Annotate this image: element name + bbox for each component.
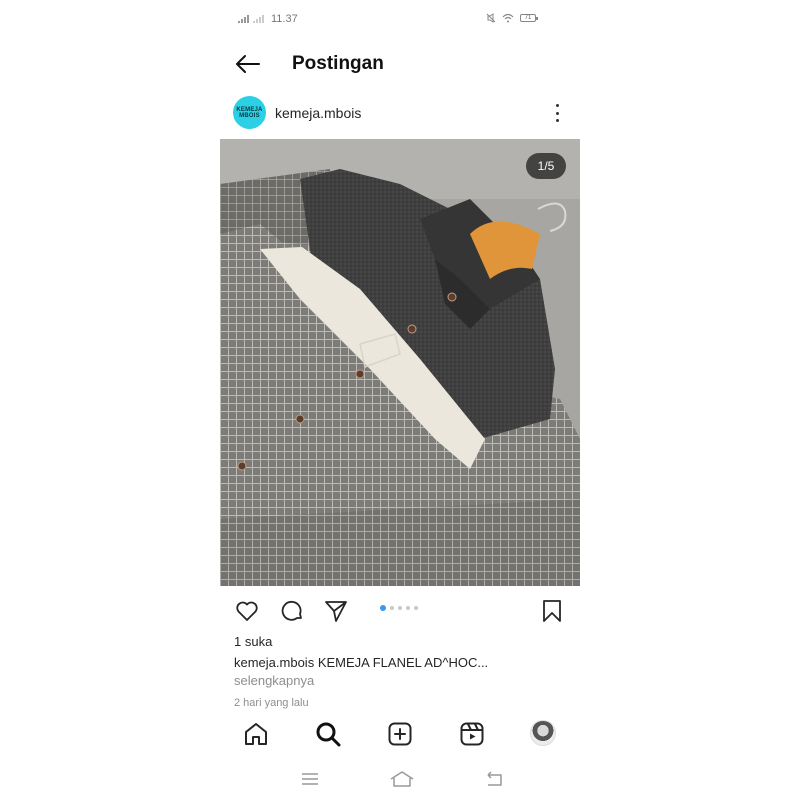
carousel-dot — [390, 606, 394, 610]
carousel-indicator — [380, 605, 418, 611]
phone-screen: 11.37 71 Postingan KEMEJA MBOIS kemeja.m… — [220, 0, 580, 800]
more-dot — [555, 104, 559, 107]
page-title: Postingan — [292, 53, 384, 74]
system-home-button[interactable] — [389, 769, 414, 789]
post-header: KEMEJA MBOIS kemeja.mbois — [220, 94, 580, 132]
system-back-button[interactable] — [483, 769, 505, 789]
nav-profile-avatar[interactable] — [530, 720, 556, 746]
share-icon — [325, 601, 347, 622]
save-button[interactable] — [539, 598, 565, 624]
nav-new-post[interactable] — [386, 720, 414, 748]
nav-reels[interactable] — [458, 720, 486, 748]
like-button[interactable] — [234, 598, 260, 624]
post-caption: kemeja.mbois KEMEJA FLANEL AD^HOC... — [234, 655, 488, 670]
post-actions — [220, 594, 580, 626]
post-username[interactable]: kemeja.mbois — [275, 105, 361, 121]
likes-count[interactable]: 1 suka — [234, 634, 272, 649]
home-icon — [245, 723, 267, 745]
see-more-link[interactable]: selengkapnya — [234, 673, 314, 688]
post-timestamp: 2 hari yang lalu — [234, 697, 309, 709]
carousel-dot — [406, 606, 410, 610]
back-button[interactable] — [234, 52, 262, 76]
add-post-icon — [388, 722, 412, 746]
home-icon — [390, 771, 414, 787]
arrow-left-icon — [236, 55, 260, 73]
caption-username[interactable]: kemeja.mbois — [234, 655, 314, 670]
search-icon — [316, 722, 341, 747]
battery-icon: 71 — [520, 14, 538, 22]
app-header: Postingan — [220, 44, 580, 84]
status-time: 11.37 — [271, 13, 298, 25]
more-options-button[interactable] — [548, 102, 566, 124]
nav-search[interactable] — [314, 720, 342, 748]
system-nav — [220, 766, 580, 792]
nav-home[interactable] — [242, 720, 270, 748]
reels-icon — [460, 722, 484, 746]
carousel-dot — [414, 606, 418, 610]
menu-icon — [302, 773, 318, 785]
mute-icon — [486, 13, 496, 23]
bookmark-icon — [543, 600, 561, 622]
share-button[interactable] — [323, 598, 349, 624]
more-dot — [555, 111, 559, 115]
signal-icon — [253, 15, 264, 23]
post-photo[interactable]: 1/5 — [220, 139, 580, 586]
carousel-dot — [398, 606, 402, 610]
caption-text: KEMEJA FLANEL AD^HOC... — [317, 655, 489, 670]
more-dot — [555, 119, 559, 122]
system-menu-button[interactable] — [299, 769, 321, 789]
comment-button[interactable] — [279, 598, 305, 624]
status-bar: 11.37 71 — [220, 10, 580, 30]
carousel-dot — [380, 605, 386, 611]
post-avatar[interactable]: KEMEJA MBOIS — [233, 96, 266, 129]
photo-counter: 1/5 — [526, 153, 566, 179]
avatar-text: MBOIS — [239, 112, 260, 119]
shirt-photo — [220, 139, 580, 586]
bottom-nav — [220, 716, 580, 752]
comment-icon — [281, 600, 302, 621]
heart-icon — [236, 601, 258, 621]
signal-icon — [238, 15, 249, 23]
back-icon — [487, 771, 502, 786]
wifi-icon — [502, 13, 514, 23]
